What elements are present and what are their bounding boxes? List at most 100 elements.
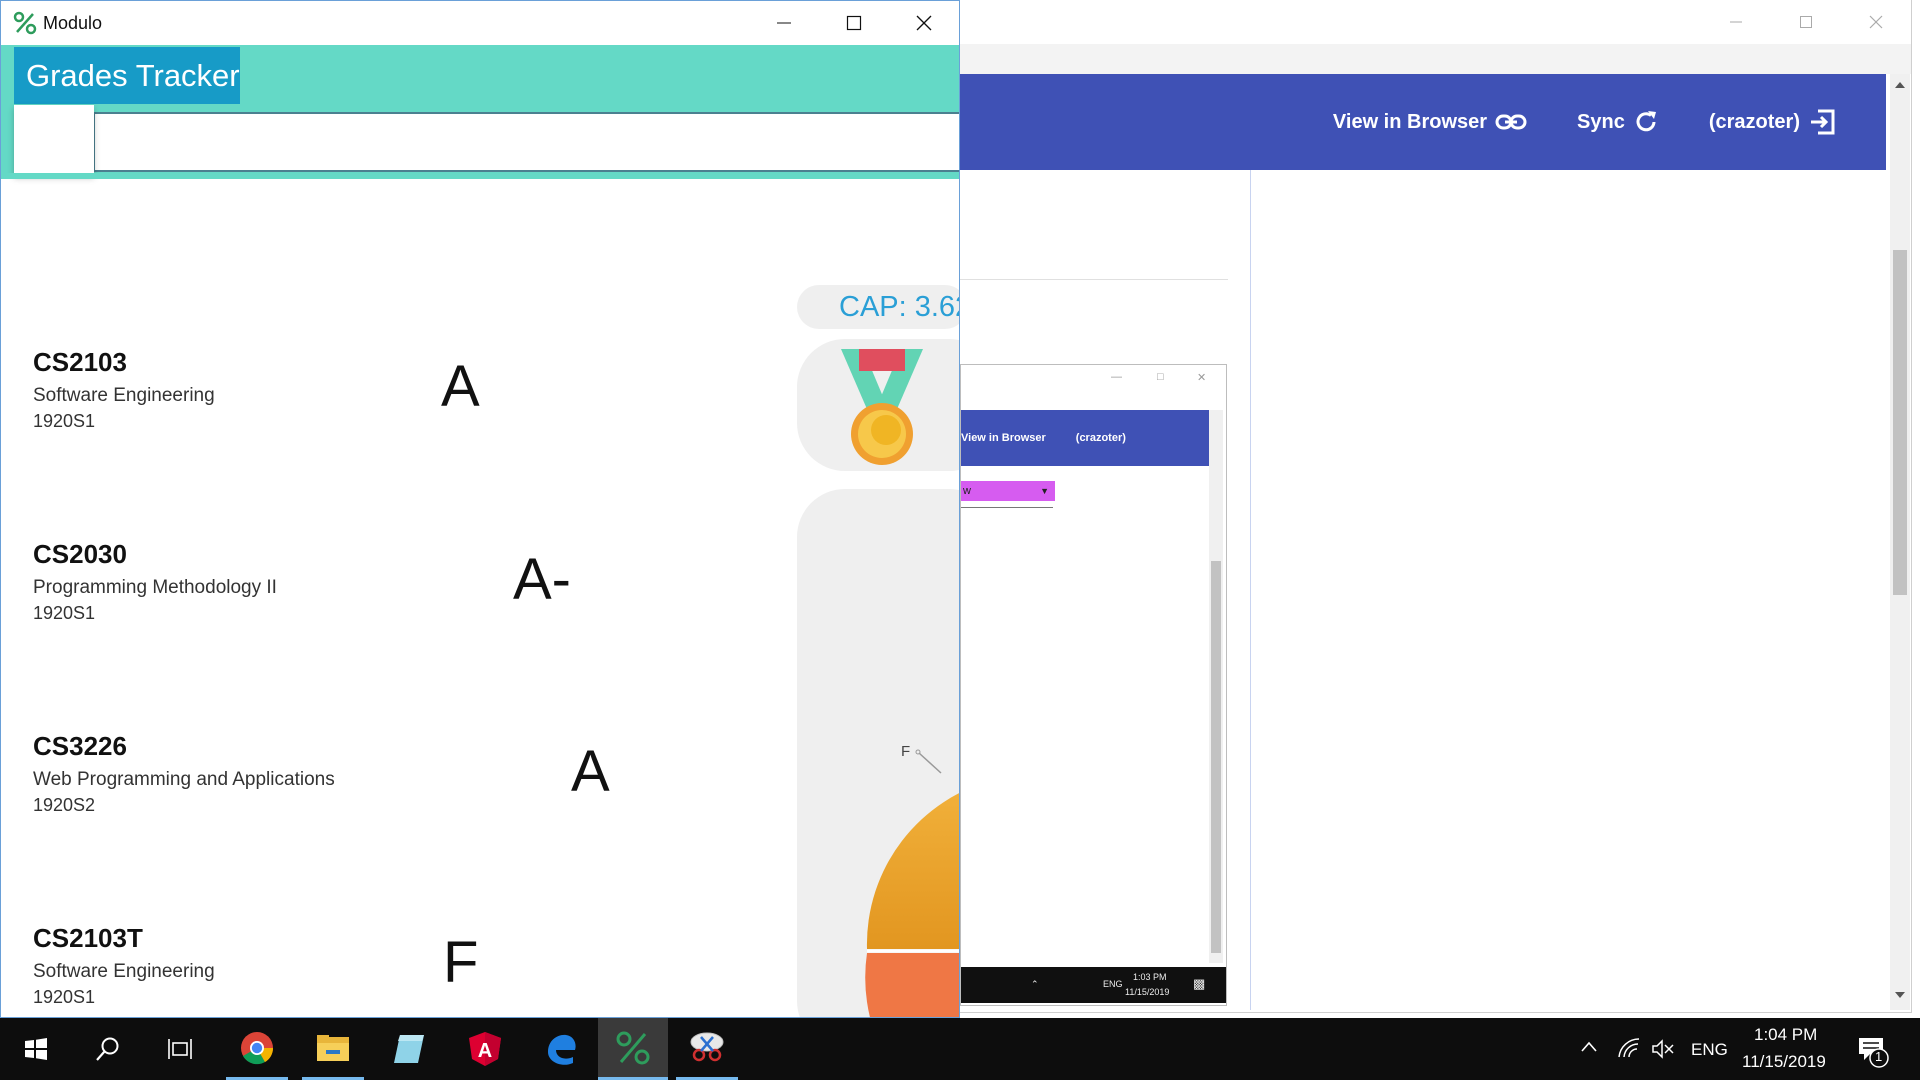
bg-divider-vertical: [1250, 170, 1251, 1010]
maximize-button[interactable]: [819, 1, 889, 45]
mini-toolbar: View in Browser (crazoter): [961, 410, 1209, 466]
angular-icon: A: [469, 1032, 501, 1066]
bg-maximize-button[interactable]: [1771, 0, 1841, 44]
percent-app-icon: [13, 11, 37, 35]
edge-taskbar-button[interactable]: [530, 1018, 592, 1080]
course-grade: F: [443, 930, 479, 995]
course-code: CS2103: [33, 347, 127, 377]
scroll-down-icon[interactable]: [1894, 990, 1906, 1000]
task-view-icon: [168, 1039, 192, 1059]
bg-scrollbar-thumb[interactable]: [1893, 250, 1907, 595]
pie-slice: [866, 793, 959, 949]
modulo-taskbar-button[interactable]: [598, 1018, 668, 1080]
notification-count-badge: 1: [1875, 1049, 1883, 1064]
nested-preview-image: — □ ✕ View in Browser (crazoter) w ▼ ⌃ E…: [960, 364, 1227, 1006]
minimize-button[interactable]: [749, 1, 819, 45]
course-semester: 1920S1: [33, 603, 96, 623]
input-language-indicator[interactable]: ENG: [1691, 1040, 1728, 1060]
app-title: Grades Tracker: [14, 47, 240, 104]
bg-window-strip: [960, 44, 1911, 74]
logout-icon: [1811, 109, 1835, 135]
mini-close-icon: ✕: [1197, 372, 1207, 384]
edge-icon: [548, 1034, 576, 1065]
search-button[interactable]: [86, 1018, 130, 1080]
grade-chart-card: F: [797, 489, 959, 1017]
grade-pie-chart: [865, 793, 959, 1017]
close-button[interactable]: [889, 1, 959, 45]
mini-dropdown-text: w: [963, 485, 971, 497]
course-name: Web Programming and Applications: [33, 769, 335, 790]
mini-scrollbar-thumb: [1211, 561, 1221, 953]
course-grade: A: [441, 354, 480, 419]
volume-muted-icon[interactable]: [1651, 1038, 1675, 1060]
bg-window-controls: [1701, 0, 1911, 44]
course-grade: A-: [513, 547, 571, 612]
svg-text:A: A: [478, 1040, 492, 1062]
course-item[interactable]: CS3226 Web Programming and Applications …: [33, 731, 335, 816]
show-hidden-icons-chevron-icon[interactable]: [1580, 1040, 1598, 1054]
medal-icon: [841, 349, 923, 465]
notepad-icon: [394, 1035, 424, 1063]
course-name: Software Engineering: [33, 385, 215, 406]
task-view-button[interactable]: [158, 1018, 202, 1080]
course-semester: 1920S2: [33, 795, 96, 815]
view-in-browser-label: View in Browser: [1332, 110, 1488, 133]
windows-start-icon: [25, 1038, 47, 1060]
mini-taskbar: ⌃ ENG 1:03 PM 11/15/2019 ▩: [961, 967, 1226, 1003]
clock-date[interactable]: 11/15/2019: [1742, 1052, 1826, 1072]
search-icon: [96, 1037, 119, 1061]
notification-center-icon[interactable]: [1856, 1034, 1890, 1068]
snipping-icon: [690, 1032, 724, 1061]
start-button[interactable]: [14, 1018, 58, 1080]
angular-taskbar-button[interactable]: A: [454, 1018, 516, 1080]
bg-app-toolbar: View in Browser Sync (crazoter): [960, 74, 1886, 170]
chrome-icon: [241, 1031, 274, 1064]
course-code: CS3226: [33, 731, 127, 761]
course-name: Software Engineering: [33, 961, 215, 982]
course-input-field[interactable]: [93, 112, 959, 172]
course-grade: A: [571, 739, 610, 804]
bg-divider-horizontal: [960, 279, 1228, 280]
mini-clock-time: 1:03 PM: [1133, 972, 1167, 982]
mini-notification-icon: ▩: [1193, 976, 1206, 991]
course-code: CS2030: [33, 539, 127, 569]
username-label: (crazoter): [1708, 110, 1800, 133]
sync-button[interactable]: Sync: [1577, 109, 1659, 135]
snipping-tool-taskbar-button[interactable]: [676, 1018, 738, 1080]
course-item[interactable]: CS2103 Software Engineering 1920S1: [33, 347, 215, 432]
course-item[interactable]: CS2103T Software Engineering 1920S1: [33, 923, 215, 1008]
header-bottom-strip: [1, 173, 959, 179]
cap-badge: CAP: 3.62: [797, 285, 960, 329]
mini-dropdown-underline: [961, 507, 1053, 508]
course-code: CS2103T: [33, 923, 143, 953]
mini-minimize-icon: —: [1111, 371, 1122, 383]
clock-time[interactable]: 1:04 PM: [1754, 1025, 1817, 1045]
bg-close-button[interactable]: [1841, 0, 1911, 44]
course-semester: 1920S1: [33, 987, 96, 1007]
medal-card: [797, 339, 959, 471]
mini-tray-chevron-icon: ⌃: [1031, 979, 1039, 989]
modulo-window-controls: [749, 1, 959, 45]
mini-clock-date: 11/15/2019: [1125, 987, 1170, 997]
window-title: Modulo: [43, 13, 103, 33]
scroll-up-icon[interactable]: [1894, 80, 1906, 90]
notepad-taskbar-button[interactable]: [378, 1018, 440, 1080]
modulo-icon: [616, 1031, 650, 1064]
logout-button[interactable]: (crazoter): [1709, 108, 1836, 136]
cap-value: CAP: 3.62: [839, 291, 960, 323]
chrome-taskbar-button[interactable]: [226, 1018, 288, 1080]
mini-maximize-icon: □: [1157, 371, 1164, 383]
course-name: Programming Methodology II: [33, 577, 277, 598]
file-explorer-icon: [317, 1034, 349, 1061]
bg-minimize-button[interactable]: [1701, 0, 1771, 44]
view-in-browser-button[interactable]: View in Browser: [1333, 111, 1527, 134]
add-course-button[interactable]: [14, 105, 94, 175]
mini-chevron-down-icon: ▼: [1040, 486, 1049, 496]
modulo-window: Modulo Grades Tracker CS2103 Software En…: [0, 0, 960, 1018]
link-icon: [1495, 114, 1527, 130]
wifi-icon[interactable]: [1617, 1037, 1643, 1059]
course-item[interactable]: CS2030 Programming Methodology II 1920S1: [33, 539, 277, 624]
mini-lang: ENG: [1103, 979, 1123, 989]
mini-dropdown: w ▼: [961, 481, 1055, 501]
file-explorer-taskbar-button[interactable]: [302, 1018, 364, 1080]
